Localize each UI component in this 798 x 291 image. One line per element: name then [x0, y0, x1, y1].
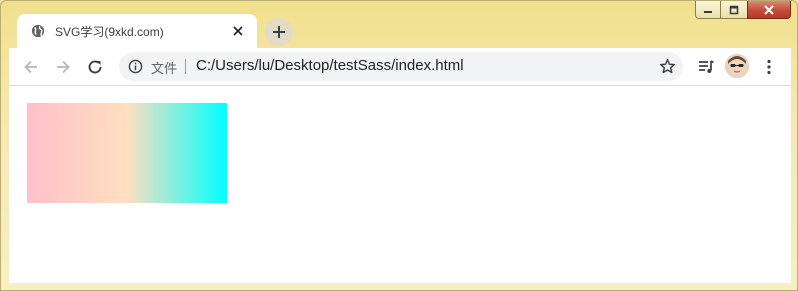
browser-tab[interactable]: SVG学习(9xkd.com)	[17, 14, 257, 48]
back-button[interactable]	[19, 55, 43, 79]
close-window-button[interactable]	[747, 1, 791, 19]
maximize-icon	[729, 5, 739, 14]
reload-button[interactable]	[83, 55, 107, 79]
media-playlist-icon	[699, 60, 714, 73]
more-vert-icon	[767, 59, 771, 75]
gradient-rect	[27, 103, 227, 203]
browser-window-frame: SVG学习(9xkd.com) 文件 C:/Users/lu/Desktop/t…	[0, 0, 798, 291]
globe-icon	[31, 24, 45, 38]
tab-title: SVG学习(9xkd.com)	[55, 24, 164, 39]
star-icon[interactable]	[659, 58, 676, 75]
new-tab-button[interactable]	[265, 18, 293, 46]
info-icon[interactable]	[128, 59, 143, 74]
tab-close-button[interactable]	[231, 24, 245, 38]
address-bar[interactable]: 文件 C:/Users/lu/Desktop/testSass/index.ht…	[119, 52, 683, 81]
browser-toolbar: 文件 C:/Users/lu/Desktop/testSass/index.ht…	[9, 48, 791, 86]
arrow-left-icon	[24, 60, 37, 74]
reload-icon	[88, 60, 102, 74]
minimize-icon	[704, 10, 712, 13]
file-scheme-label: 文件	[151, 62, 178, 77]
page-content	[9, 86, 791, 283]
avatar[interactable]	[725, 54, 749, 78]
more-menu-button[interactable]	[757, 55, 781, 79]
gradient-rectangle-svg	[27, 103, 227, 203]
url-text[interactable]: C:/Users/lu/Desktop/testSass/index.html	[196, 57, 464, 74]
maximize-button[interactable]	[721, 1, 747, 19]
media-button[interactable]	[694, 55, 718, 79]
plus-icon	[273, 26, 285, 38]
window-controls	[695, 1, 791, 19]
close-icon	[764, 4, 774, 15]
minimize-button[interactable]	[695, 1, 721, 19]
omnibox-divider	[185, 59, 186, 74]
arrow-right-icon	[57, 60, 70, 74]
profile-avatar-image	[725, 54, 749, 78]
forward-button[interactable]	[51, 55, 75, 79]
close-icon	[233, 26, 243, 36]
